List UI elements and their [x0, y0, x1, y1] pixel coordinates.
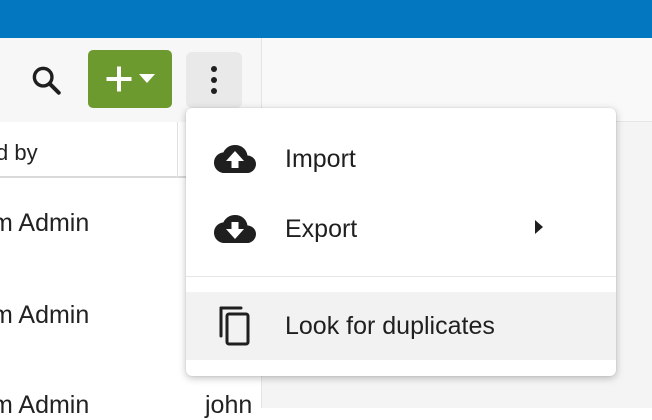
- menu-item-look-for-duplicates[interactable]: Look for duplicates: [186, 292, 616, 360]
- column-header-created-by[interactable]: d by: [0, 140, 38, 166]
- menu-item-label: Export: [285, 214, 358, 243]
- vertical-dots-icon: [211, 66, 217, 94]
- table-cell-created-by[interactable]: m Admin: [0, 301, 89, 330]
- cloud-download-icon: [212, 206, 258, 252]
- more-options-menu: Import Export Look for duplicates: [186, 108, 616, 376]
- table-cell-created-by[interactable]: m Admin: [0, 391, 89, 420]
- add-button[interactable]: [88, 50, 172, 108]
- table-cell-created-by[interactable]: m Admin: [0, 209, 89, 238]
- column-divider: [177, 122, 178, 178]
- search-icon: [32, 66, 61, 95]
- copy-icon: [212, 303, 258, 349]
- menu-item-export[interactable]: Export: [186, 195, 616, 263]
- menu-divider: [186, 276, 616, 277]
- menu-item-label: Look for duplicates: [285, 311, 495, 340]
- menu-item-import[interactable]: Import: [186, 125, 616, 193]
- plus-icon: [106, 66, 132, 92]
- caret-down-icon: [139, 74, 155, 83]
- menu-item-label: Import: [285, 144, 356, 173]
- top-header-bar: [0, 0, 652, 38]
- caret-right-icon: [534, 219, 544, 240]
- cloud-upload-icon: [212, 136, 258, 182]
- more-options-button[interactable]: [186, 52, 242, 108]
- search-button[interactable]: [24, 58, 68, 102]
- table-cell-extra[interactable]: john: [205, 391, 252, 420]
